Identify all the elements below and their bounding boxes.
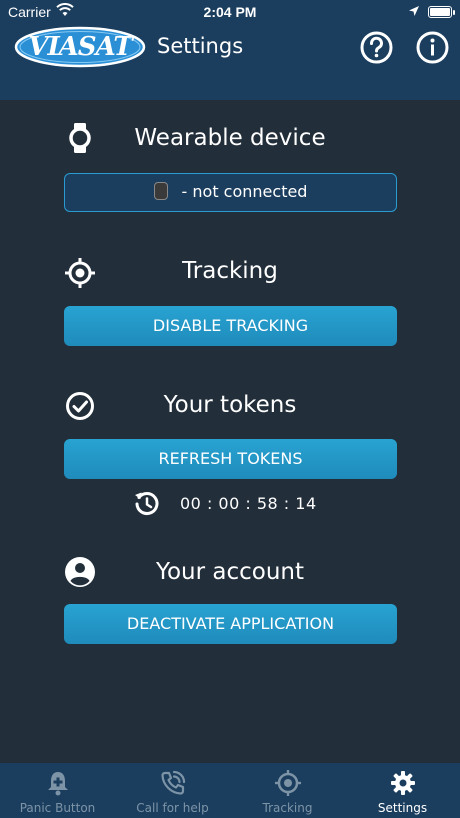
tracking-title: Tracking bbox=[182, 258, 278, 284]
tab-tracking-label: Tracking bbox=[262, 801, 313, 815]
tab-tracking[interactable]: Tracking bbox=[230, 763, 345, 818]
refresh-tokens-button[interactable]: REFRESH TOKENS bbox=[64, 439, 397, 479]
gear-icon bbox=[391, 771, 415, 795]
apple-watch-icon bbox=[153, 181, 168, 200]
tokens-title: Your tokens bbox=[163, 392, 297, 418]
token-countdown: 00 : 00 : 58 : 14 bbox=[180, 494, 317, 513]
tab-settings-label: Settings bbox=[377, 801, 428, 815]
bell-plus-icon bbox=[48, 772, 68, 796]
help-button[interactable] bbox=[360, 31, 393, 64]
wearable-status-text: - not connected bbox=[181, 182, 308, 201]
tab-call-for-help[interactable]: Call for help bbox=[115, 763, 230, 818]
status-time: 2:04 PM bbox=[203, 4, 257, 20]
disable-tracking-button[interactable]: DISABLE TRACKING bbox=[64, 306, 397, 346]
logo-text: VIASAT bbox=[28, 32, 132, 62]
tab-bar: Panic Button Call for help Tracking Sett… bbox=[0, 763, 460, 818]
tab-call-for-help-label: Call for help bbox=[136, 801, 209, 815]
wearable-title: Wearable device bbox=[134, 125, 326, 151]
info-button[interactable] bbox=[416, 31, 449, 64]
location-arrow-icon bbox=[409, 6, 419, 16]
refresh-timer-icon bbox=[135, 492, 159, 516]
page-title: Settings bbox=[157, 34, 244, 58]
deactivate-application-button[interactable]: DEACTIVATE APPLICATION bbox=[64, 604, 397, 644]
crosshair-icon bbox=[275, 770, 301, 796]
status-bar: Carrier 2:04 PM bbox=[0, 0, 460, 24]
battery-nub bbox=[453, 10, 455, 15]
tab-panic-button[interactable]: Panic Button bbox=[0, 763, 115, 818]
tab-settings[interactable]: Settings bbox=[345, 763, 460, 818]
wearable-status[interactable]: - not connected bbox=[64, 173, 397, 212]
tab-panic-button-label: Panic Button bbox=[19, 801, 96, 815]
phone-call-icon bbox=[161, 770, 186, 795]
account-title: Your account bbox=[155, 559, 305, 585]
battery-icon bbox=[428, 6, 452, 18]
